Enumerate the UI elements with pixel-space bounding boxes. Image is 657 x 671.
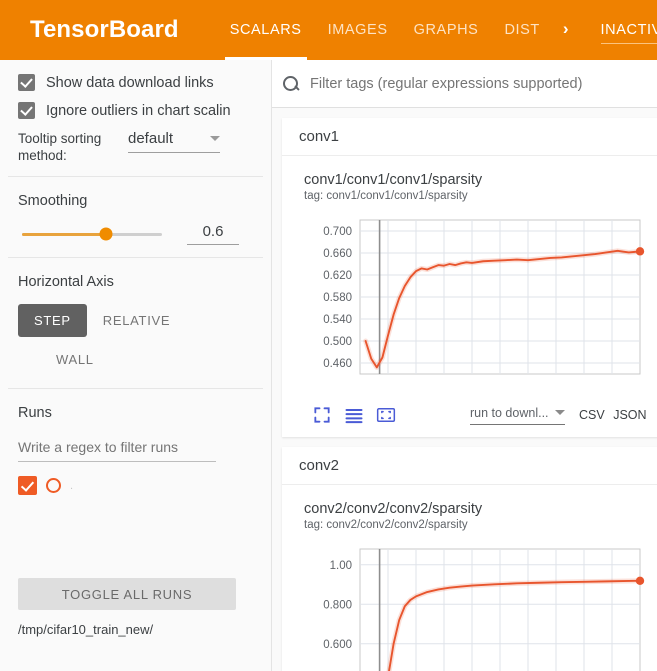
app-brand: TensorBoard <box>30 16 179 43</box>
axis-option-step[interactable]: STEP <box>18 304 87 337</box>
card-conv2: conv2 conv2/conv2/conv2/sparsity tag: co… <box>282 447 657 671</box>
show-download-links-label: Show data download links <box>46 74 214 91</box>
run-path-label: /tmp/cifar10_train_new/ <box>18 622 154 637</box>
filter-tags-input[interactable] <box>310 75 647 92</box>
runs-filter-input[interactable] <box>18 435 216 462</box>
tooltip-sorting-row: Tooltip sorting method: default <box>18 130 253 164</box>
svg-text:0.800: 0.800 <box>323 599 352 611</box>
inactive-label: INACTIVE <box>600 22 657 38</box>
download-controls-conv1: run to downl... CSV JSON <box>470 406 647 425</box>
sidebar: Show data download links Ignore outliers… <box>0 60 272 671</box>
chart-tag-conv1: tag: conv1/conv1/conv1/sparsity <box>304 190 468 202</box>
chevron-down-icon <box>555 410 565 415</box>
inactive-dropdown[interactable]: INACTIVE <box>600 0 657 60</box>
horizontal-axis-options: STEP RELATIVE <box>18 304 253 337</box>
tab-scalars[interactable]: SCALARS <box>217 0 315 60</box>
svg-text:0.460: 0.460 <box>323 358 352 370</box>
show-download-links-row[interactable]: Show data download links <box>18 74 253 91</box>
nav-tabs: SCALARS IMAGES GRAPHS DIST › INACTIVE <box>217 0 657 60</box>
card-body-conv1: conv1/conv1/conv1/sparsity tag: conv1/co… <box>282 156 657 437</box>
chart-svg-conv2[interactable]: 1.000.8000.6000.400 <box>304 541 654 671</box>
expand-icon[interactable] <box>312 405 332 425</box>
tooltip-sorting-value: default <box>128 130 174 147</box>
svg-text:0.500: 0.500 <box>323 336 352 348</box>
smoothing-slider[interactable] <box>22 227 162 241</box>
smoothing-section: Smoothing 0.6 <box>0 179 271 255</box>
chart-plot-conv1[interactable]: 0.700 0.660 0.620 0.580 0.540 0.500 0.460 <box>304 212 657 397</box>
divider <box>8 388 263 389</box>
card-body-conv2: conv2/conv2/conv2/sparsity tag: conv2/co… <box>282 485 657 671</box>
card-header-conv2[interactable]: conv2 <box>282 447 657 485</box>
main-content: conv1 conv1/conv1/conv1/sparsity tag: co… <box>272 60 657 671</box>
runs-footer: TOGGLE ALL RUNS /tmp/cifar10_train_new/ <box>0 578 271 637</box>
download-csv-link-conv1[interactable]: CSV <box>579 408 605 422</box>
horizontal-axis-section: Horizontal Axis STEP RELATIVE WALL <box>0 260 271 386</box>
horizontal-axis-title: Horizontal Axis <box>18 274 114 290</box>
run-checkbox-icon[interactable] <box>18 476 37 495</box>
run-color-circle-icon[interactable] <box>46 478 61 493</box>
download-links-conv1: CSV JSON <box>579 408 647 422</box>
sidebar-options-section: Show data download links Ignore outliers… <box>0 60 271 174</box>
runs-section: Runs . <box>0 391 271 505</box>
svg-text:0.660: 0.660 <box>323 248 352 260</box>
axis-option-wall[interactable]: WALL <box>40 343 253 376</box>
app-header: TensorBoard SCALARS IMAGES GRAPHS DIST ›… <box>0 0 657 60</box>
divider <box>8 176 263 177</box>
ignore-outliers-row[interactable]: Ignore outliers in chart scalin <box>18 102 253 119</box>
svg-text:0.620: 0.620 <box>323 270 352 282</box>
run-item[interactable]: . <box>18 476 253 495</box>
search-icon <box>282 75 300 93</box>
svg-text:1.00: 1.00 <box>330 560 352 572</box>
svg-text:0.540: 0.540 <box>323 314 352 326</box>
chart-plot-conv2[interactable]: 1.000.8000.6000.400 <box>304 541 657 671</box>
fit-to-data-icon[interactable] <box>376 405 396 425</box>
card-conv1: conv1 conv1/conv1/conv1/sparsity tag: co… <box>282 118 657 437</box>
tab-dist[interactable]: DIST <box>491 0 552 60</box>
smoothing-title: Smoothing <box>18 193 88 209</box>
ignore-outliers-label: Ignore outliers in chart scalin <box>46 102 231 119</box>
smoothing-slider-row: 0.6 <box>18 223 253 245</box>
download-run-value-conv1: run to downl... <box>470 405 549 420</box>
chart-svg-conv1[interactable]: 0.700 0.660 0.620 0.580 0.540 0.500 0.460 <box>304 212 654 392</box>
checkbox-icon-show-download-links[interactable] <box>18 74 35 91</box>
tag-filter-bar <box>272 60 657 108</box>
tensorboard-app: TensorBoard SCALARS IMAGES GRAPHS DIST ›… <box>0 0 657 671</box>
toggle-all-runs-button[interactable]: TOGGLE ALL RUNS <box>18 578 236 610</box>
smoothing-value[interactable]: 0.6 <box>187 223 239 245</box>
tab-graphs[interactable]: GRAPHS <box>401 0 492 60</box>
chart-title-conv1: conv1/conv1/conv1/sparsity <box>304 172 483 188</box>
more-tabs-chevron-icon[interactable]: › <box>553 0 579 60</box>
chart-tag-conv2: tag: conv2/conv2/conv2/sparsity <box>304 519 468 531</box>
svg-text:0.600: 0.600 <box>323 639 352 651</box>
smoothing-slider-fill <box>22 232 106 236</box>
svg-text:0.580: 0.580 <box>323 292 352 304</box>
svg-text:0.700: 0.700 <box>323 226 352 238</box>
card-header-conv1[interactable]: conv1 <box>282 118 657 156</box>
divider <box>8 257 263 258</box>
chart-title-conv2: conv2/conv2/conv2/sparsity <box>304 501 483 517</box>
chart-toolbar-conv1: run to downl... CSV JSON <box>304 397 657 437</box>
tab-images[interactable]: IMAGES <box>315 0 401 60</box>
tooltip-sorting-select[interactable]: default <box>128 130 220 153</box>
run-label: . <box>70 479 74 492</box>
smoothing-slider-thumb[interactable] <box>99 227 113 241</box>
runs-title: Runs <box>18 405 52 421</box>
download-json-link-conv1[interactable]: JSON <box>613 408 646 422</box>
chevron-down-icon <box>210 136 220 141</box>
download-run-select-conv1[interactable]: run to downl... <box>470 406 565 425</box>
axis-option-relative[interactable]: RELATIVE <box>87 304 187 337</box>
tooltip-sorting-label: Tooltip sorting method: <box>18 131 102 163</box>
inactive-underline <box>600 43 657 44</box>
checkbox-icon-ignore-outliers[interactable] <box>18 102 35 119</box>
lines-icon[interactable] <box>344 405 364 425</box>
